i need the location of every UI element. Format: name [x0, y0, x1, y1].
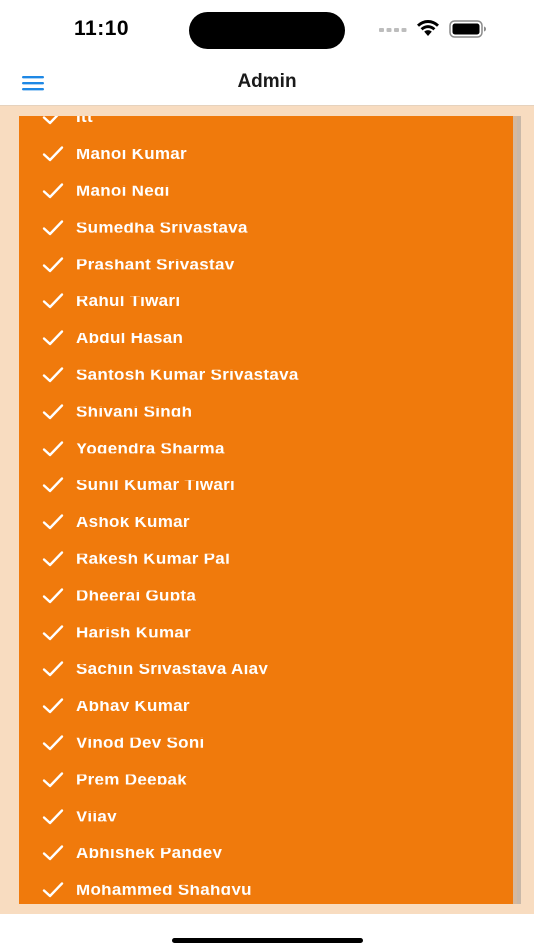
- bottom-bar: [0, 914, 534, 950]
- list-item[interactable]: Ashok Kumar: [19, 504, 517, 541]
- list-item-label: Prashant Srivastav: [76, 254, 235, 274]
- checkmark-icon: [42, 698, 64, 714]
- list-item-label: Abhay Kumar: [76, 696, 190, 716]
- dynamic-island: [189, 12, 345, 49]
- list-item-label: Itt: [76, 116, 93, 127]
- home-indicator[interactable]: [172, 938, 363, 943]
- list-item[interactable]: Santosh Kumar Srivastava: [19, 357, 517, 394]
- list-item[interactable]: Rahul Tiwari: [19, 283, 517, 320]
- checkmark-icon: [42, 293, 64, 309]
- list-item-label: Sunil Kumar Tiwari: [76, 475, 236, 495]
- list-item-label: Sumedha Srivastava: [76, 217, 248, 237]
- list-item[interactable]: Harish Kumar: [19, 614, 517, 651]
- list-item[interactable]: Vijay: [19, 798, 517, 835]
- list-item[interactable]: Itt: [19, 116, 517, 136]
- checkmark-icon: [42, 146, 64, 162]
- list-item-label: Yogendra Sharma: [76, 438, 225, 458]
- list-item[interactable]: Sachin Srivastava Ajay: [19, 651, 517, 688]
- checkmark-icon: [42, 551, 64, 567]
- list-item[interactable]: Sumedha Srivastava: [19, 209, 517, 246]
- list-item[interactable]: Rakesh Kumar Pal: [19, 541, 517, 578]
- page-title: Admin: [237, 71, 297, 92]
- checkmark-icon: [42, 882, 64, 898]
- checkmark-icon: [42, 183, 64, 199]
- list-item-label: Abhishek Pandey: [76, 843, 223, 863]
- list-item[interactable]: Abhishek Pandey: [19, 835, 517, 872]
- list-item-label: Shivani Singh: [76, 401, 193, 421]
- checkmark-icon: [42, 440, 64, 456]
- list-item[interactable]: Abhay Kumar: [19, 688, 517, 725]
- admin-screen: 11:10 Admin Itt Manoj Kumar Manoj Negi S…: [0, 0, 534, 950]
- list-item-label: Vinod Dev Soni: [76, 732, 205, 752]
- list-item[interactable]: Dheeraj Gupta: [19, 577, 517, 614]
- nav-bar: Admin: [0, 60, 534, 106]
- status-time: 11:10: [74, 17, 130, 40]
- list-item[interactable]: Yogendra Sharma: [19, 430, 517, 467]
- list-item-label: Vijay: [76, 806, 117, 826]
- list-item-label: Sachin Srivastava Ajay: [76, 659, 269, 679]
- checkmark-icon: [42, 404, 64, 419]
- checkmark-icon: [42, 624, 64, 640]
- checkmark-icon: [42, 367, 64, 383]
- checkmark-icon: [42, 256, 64, 272]
- checkmark-icon: [42, 735, 64, 751]
- checkmark-icon: [42, 845, 64, 861]
- list-item-label: Prem Deepak: [76, 769, 188, 789]
- list-item-label: Manoj Negi: [76, 180, 170, 200]
- list-item[interactable]: Sunil Kumar Tiwari: [19, 467, 517, 504]
- checkmark-icon: [42, 220, 64, 235]
- cellular-signal-icon: [379, 28, 407, 32]
- user-list-panel[interactable]: Itt Manoj Kumar Manoj Negi Sumedha Srivasta…: [19, 116, 517, 904]
- list-item-label: Santosh Kumar Srivastava: [76, 364, 299, 384]
- checkmark-icon: [42, 514, 64, 530]
- wifi-icon: [417, 20, 439, 36]
- list-item-label: Abdul Hasan: [76, 328, 184, 348]
- user-list: Itt Manoj Kumar Manoj Negi Sumedha Srivasta…: [19, 116, 517, 904]
- checkmark-icon: [42, 808, 64, 824]
- list-item[interactable]: Abdul Hasan: [19, 320, 517, 357]
- list-item-label: Rakesh Kumar Pal: [76, 548, 231, 568]
- list-item[interactable]: Shivani Singh: [19, 393, 517, 430]
- checkmark-icon: [42, 330, 64, 346]
- checkmark-icon: [42, 661, 64, 677]
- list-item[interactable]: Vinod Dev Soni: [19, 725, 517, 762]
- checkmark-icon: [42, 772, 64, 787]
- checkmark-icon: [42, 588, 64, 603]
- list-item[interactable]: Mohammed Shahgyu: [19, 872, 517, 904]
- list-item[interactable]: Manoj Kumar: [19, 136, 517, 173]
- checkmark-icon: [42, 477, 64, 493]
- status-bar: 11:10: [0, 0, 534, 60]
- list-item-label: Rahul Tiwari: [76, 291, 181, 311]
- checkmark-icon: [42, 116, 59, 125]
- list-item-label: Mohammed Shahgyu: [76, 880, 252, 900]
- list-item-label: Manoj Kumar: [76, 144, 187, 164]
- list-item-label: Dheeraj Gupta: [76, 585, 197, 605]
- list-item[interactable]: Prem Deepak: [19, 761, 517, 798]
- list-item-label: Ashok Kumar: [76, 512, 190, 532]
- battery-icon: [449, 20, 486, 38]
- list-item-label: Harish Kumar: [76, 622, 192, 642]
- list-item[interactable]: Manoj Negi: [19, 173, 517, 210]
- list-item[interactable]: Prashant Srivastav: [19, 246, 517, 283]
